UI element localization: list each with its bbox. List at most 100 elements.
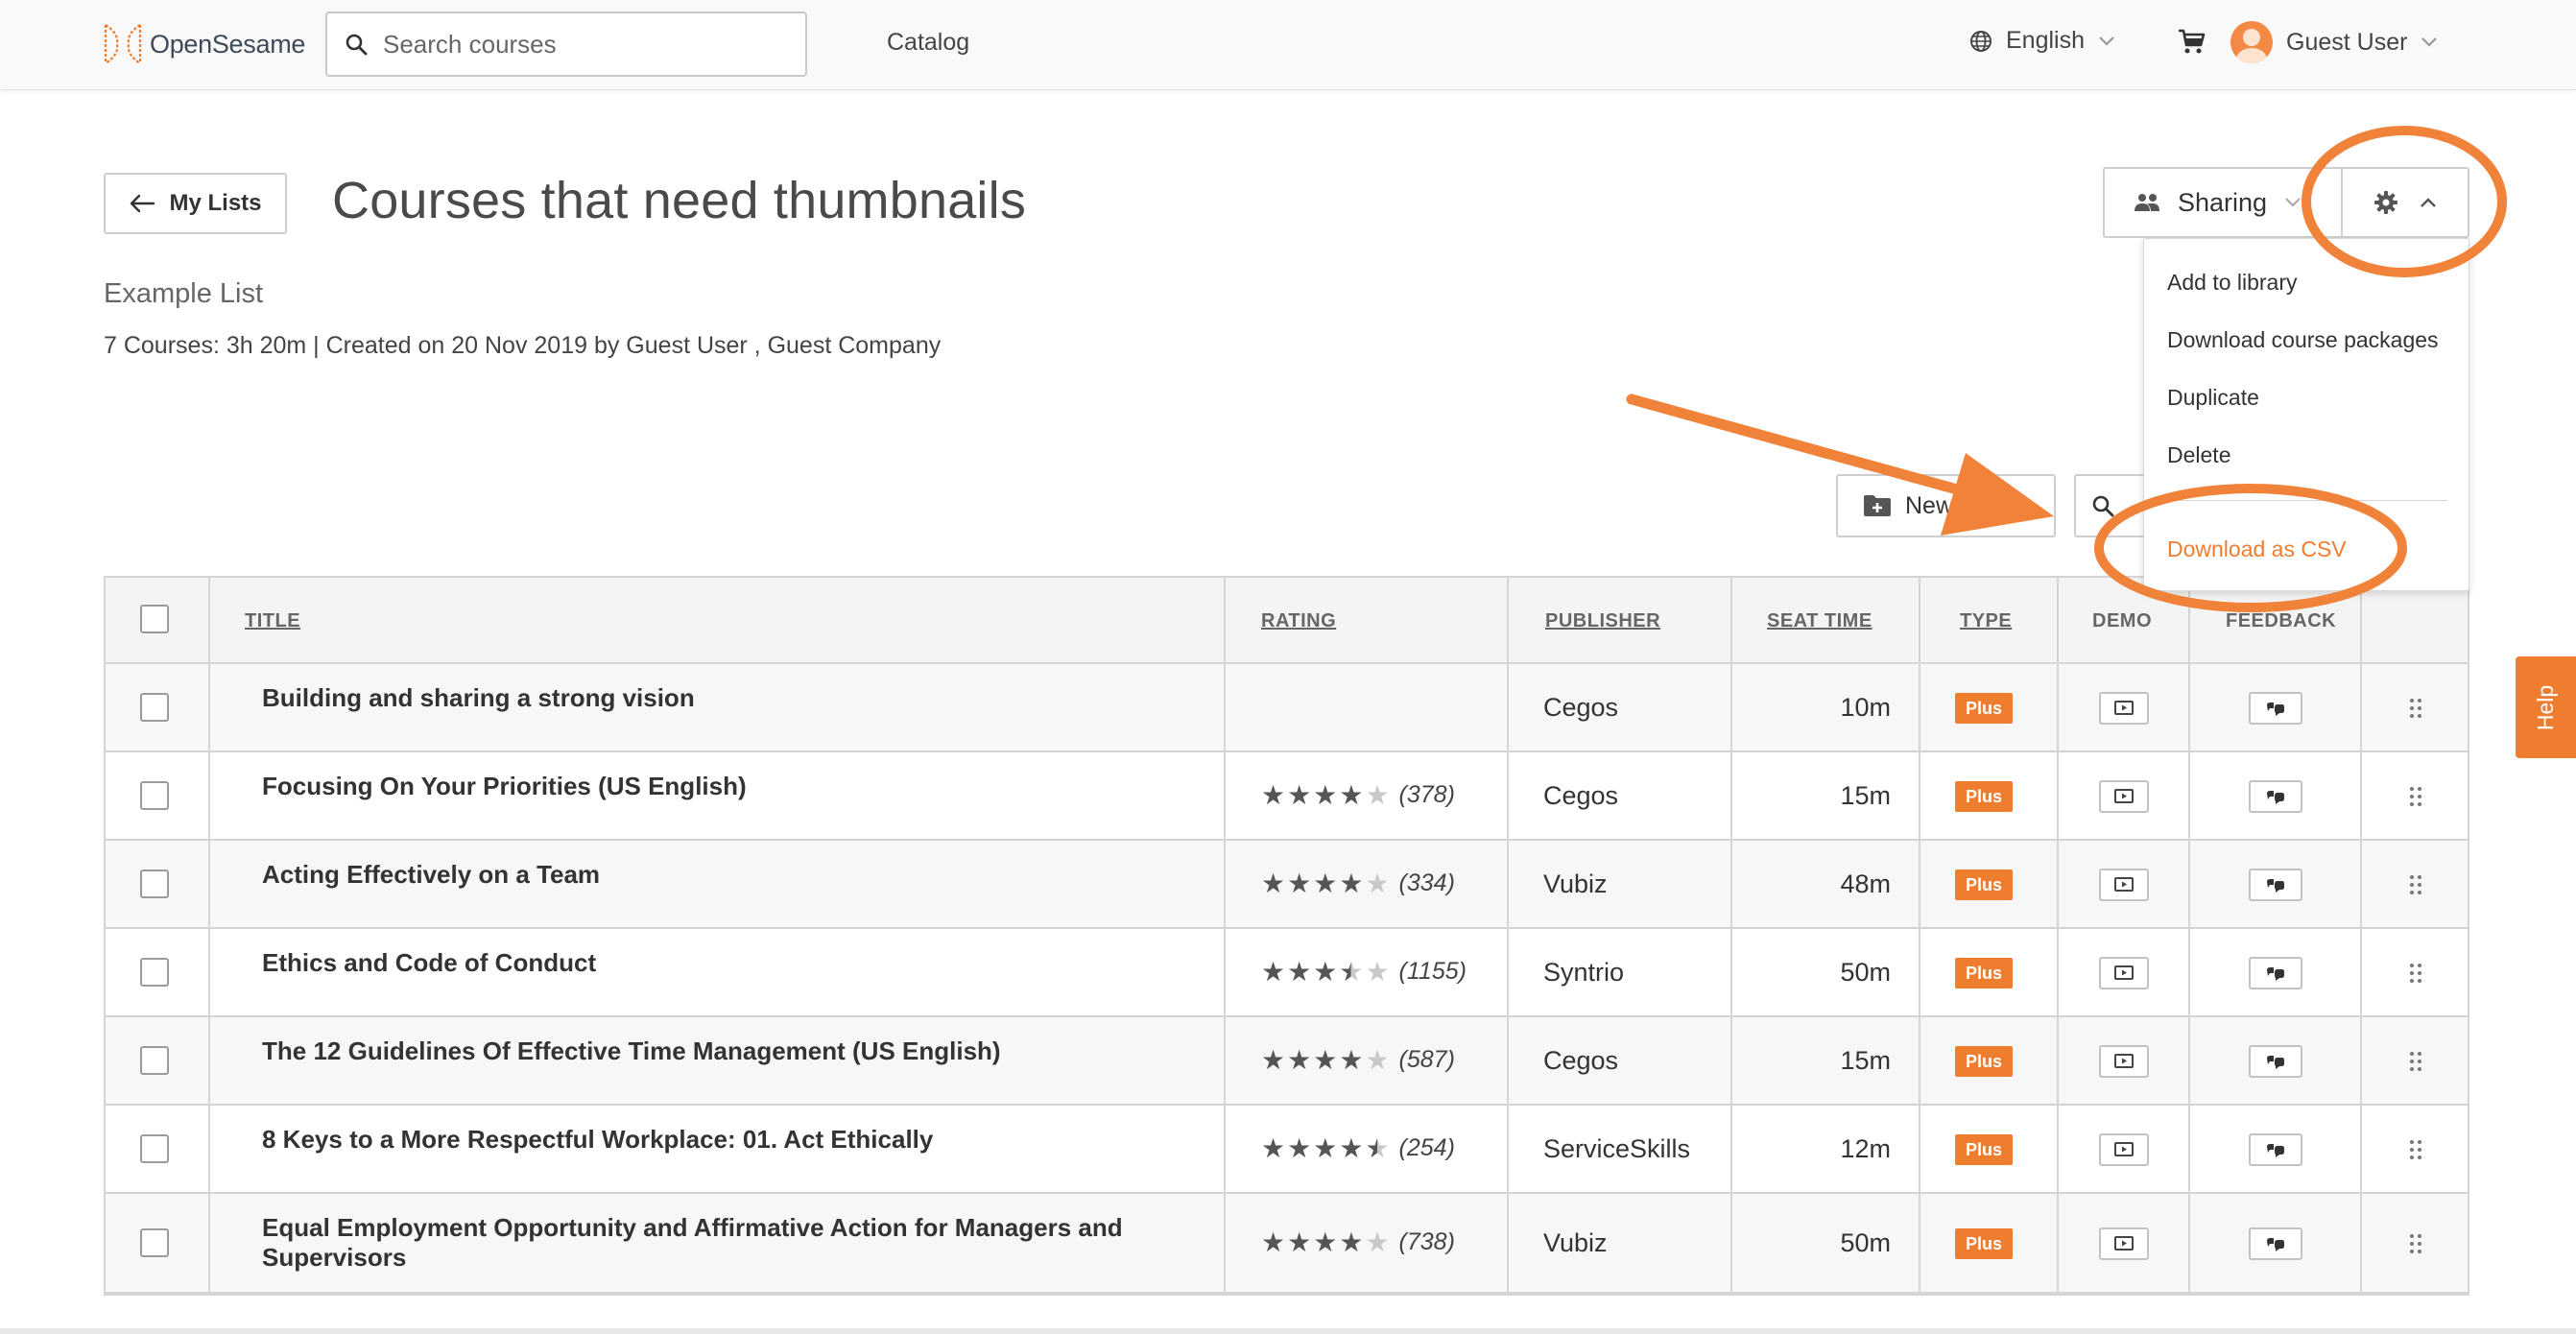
select-all-checkbox[interactable] [140,605,169,633]
star-icon: ★ [1365,779,1390,810]
star-icon: ★ [1261,956,1286,987]
course-title[interactable]: Focusing On Your Priorities (US English) [262,772,1126,801]
search-input[interactable] [383,29,786,60]
course-title[interactable]: Building and sharing a strong vision [262,683,1126,713]
row-checkbox[interactable] [140,1134,169,1163]
logo-text: OpenSesame [150,29,306,59]
play-demo-icon [2114,1142,2134,1156]
feedback-button[interactable] [2249,692,2302,725]
column-header-seat-time[interactable]: SEAT TIME [1767,578,1872,664]
rating-count: (1155) [1398,958,1467,985]
seat-time: 50m [1840,958,1891,987]
course-search-field[interactable] [325,12,807,77]
drag-handle-icon[interactable] [2409,874,2422,900]
row-checkbox[interactable] [140,869,169,898]
type-badge: Plus [1955,1228,2013,1259]
user-menu[interactable]: Guest User [2230,21,2438,63]
opensesame-logo[interactable]: OpenSesame [102,21,305,67]
drag-handle-icon[interactable] [2409,1233,2422,1259]
drag-handle-icon[interactable] [2409,698,2422,724]
publisher-name: ServiceSkills [1543,1134,1691,1163]
globe-icon [1970,30,1992,52]
type-badge: Plus [1955,958,2013,989]
drag-handle-icon[interactable] [2409,1139,2422,1165]
rating-count: (378) [1398,781,1455,808]
table-row: Building and sharing a strong vision Cego… [106,664,2468,752]
new-folder-icon [1864,495,1891,516]
sharing-button[interactable]: Sharing [2103,167,2341,238]
drag-handle-icon[interactable] [2409,963,2422,989]
shopping-cart-icon [2179,29,2206,54]
course-title[interactable]: Ethics and Code of Conduct [262,948,1126,978]
page-bottom-edge [0,1328,2576,1334]
search-icon [346,34,368,56]
menu-item-delete[interactable]: Delete [2167,442,2230,468]
cart-button[interactable] [2177,27,2206,60]
menu-item-download-course-packages[interactable]: Download course packages [2167,327,2439,353]
feedback-button[interactable] [2249,1045,2302,1078]
back-to-my-lists-button[interactable]: My Lists [104,173,287,234]
rating-stars: ★ ★ ★ ★ ★ (587) [1261,1046,1455,1074]
table-row: Focusing On Your Priorities (US English)… [106,752,2468,841]
table-row: Acting Effectively on a Team ★ ★ ★ ★ ★ (334) Vu… [106,841,2468,929]
menu-item-duplicate[interactable]: Duplicate [2167,385,2259,411]
settings-menu-button[interactable] [2341,167,2469,238]
row-checkbox[interactable] [140,958,169,987]
star-icon: ★ [1313,1132,1338,1163]
star-icon: ★ [1287,868,1312,898]
rating-count: (587) [1398,1046,1455,1073]
type-badge: Plus [1955,781,2013,812]
course-title[interactable]: The 12 Guidelines Of Effective Time Mana… [262,1036,1126,1066]
table-row: Ethics and Code of Conduct ★ ★ ★ ★ ★ (1155) Syn… [106,929,2468,1017]
course-title[interactable]: Acting Effectively on a Team [262,860,1126,890]
column-divider [1919,578,1920,1294]
feedback-button[interactable] [2249,780,2302,813]
star-icon: ★ [1365,956,1390,987]
play-demo-icon [2114,877,2134,892]
row-checkbox[interactable] [140,1046,169,1075]
feedback-button[interactable] [2249,1133,2302,1166]
settings-dropdown-menu: Add to library Download course packages … [2143,238,2469,591]
language-selector[interactable]: English [1969,27,2115,55]
column-header-publisher[interactable]: PUBLISHER [1545,578,1660,664]
row-checkbox[interactable] [140,693,169,722]
course-title[interactable]: Equal Employment Opportunity and Affirma… [262,1213,1126,1273]
demo-button[interactable] [2099,1045,2149,1078]
menu-item-add-to-library[interactable]: Add to library [2167,270,2298,296]
column-divider [208,578,210,1294]
demo-button[interactable] [2099,957,2149,989]
column-header-title[interactable]: TITLE [245,578,300,664]
star-icon: ★ [1261,1044,1286,1075]
feedback-button[interactable] [2249,957,2302,989]
star-icon: ★ [1287,956,1312,987]
star-icon: ★ [1261,1227,1286,1257]
star-icon: ★ [1287,1227,1312,1257]
publisher-name: Syntrio [1543,958,1625,987]
list-search-field[interactable] [2074,474,2151,537]
list-meta: 7 Courses: 3h 20m | Created on 20 Nov 20… [104,332,942,359]
drag-handle-icon[interactable] [2409,1051,2422,1077]
column-header-type[interactable]: TYPE [1960,578,2012,664]
column-header-rating[interactable]: RATING [1261,578,1336,664]
course-title[interactable]: 8 Keys to a More Respectful Workplace: 0… [262,1125,1126,1155]
row-checkbox[interactable] [140,781,169,810]
menu-item-download-as-csv[interactable]: Download as CSV [2167,536,2347,562]
drag-handle-icon[interactable] [2409,786,2422,812]
demo-button[interactable] [2099,869,2149,901]
new-folder-button[interactable]: New Folder [1836,474,2056,537]
seat-time: 50m [1840,1228,1891,1257]
help-tab[interactable]: Help [2516,656,2576,758]
feedback-button[interactable] [2249,869,2302,901]
demo-button[interactable] [2099,692,2149,725]
demo-button[interactable] [2099,780,2149,813]
demo-button[interactable] [2099,1227,2149,1260]
publisher-name: Cegos [1543,781,1619,810]
type-badge: Plus [1955,1046,2013,1077]
feedback-button[interactable] [2249,1227,2302,1260]
table-row: Equal Employment Opportunity and Affirma… [106,1194,2468,1294]
row-checkbox[interactable] [140,1228,169,1257]
column-divider [2057,578,2059,1294]
demo-button[interactable] [2099,1133,2149,1166]
feedback-icon [2267,791,2284,804]
catalog-link[interactable]: Catalog [887,29,969,57]
